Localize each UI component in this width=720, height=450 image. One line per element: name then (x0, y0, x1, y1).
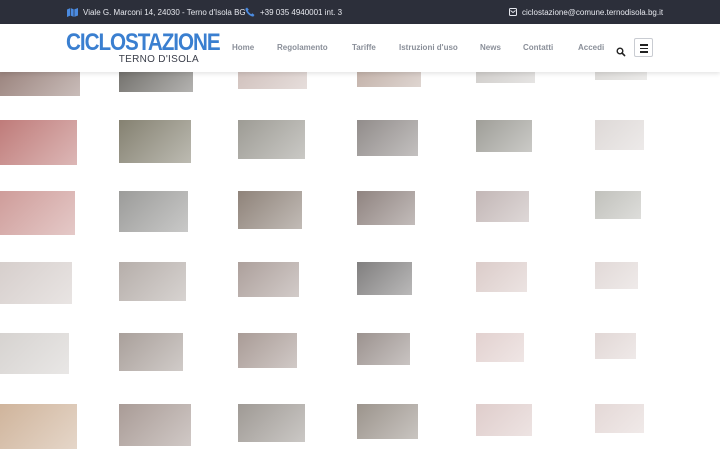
gallery-image[interactable] (357, 120, 418, 156)
nav-tariffe[interactable]: Tariffe (352, 24, 376, 72)
nav-home[interactable]: Home (232, 24, 254, 72)
logo-title: CICLOSTAZIONE (66, 29, 221, 56)
menu-button[interactable] (634, 38, 653, 57)
gallery-image[interactable] (119, 333, 183, 371)
email-item[interactable]: ciclostazione@comune.ternodisola.bg.it (509, 0, 663, 24)
nav-news[interactable]: News (480, 24, 501, 72)
gallery-image[interactable] (476, 120, 532, 152)
gallery-image[interactable] (595, 72, 647, 80)
gallery-image[interactable] (119, 191, 188, 232)
gallery-image[interactable] (357, 333, 410, 365)
gallery-image[interactable] (0, 72, 80, 96)
gallery-image[interactable] (595, 333, 636, 359)
gallery-image[interactable] (476, 404, 532, 436)
site-header: CICLOSTAZIONE TERNO D'ISOLA Home Regolam… (0, 24, 720, 72)
nav-regolamento[interactable]: Regolamento (277, 24, 328, 72)
gallery-image[interactable] (357, 72, 421, 87)
gallery-image[interactable] (119, 72, 193, 92)
nav-istruzioni[interactable]: Istruzioni d'uso (399, 24, 458, 72)
phone-item[interactable]: +39 035 4940001 int. 3 (245, 0, 342, 24)
gallery-image[interactable] (357, 404, 418, 439)
gallery-image[interactable] (238, 333, 297, 368)
gallery-image[interactable] (238, 404, 305, 442)
gallery-image[interactable] (119, 262, 186, 301)
gallery-image[interactable] (0, 120, 77, 165)
address-item: Viale G. Marconi 14, 24030 - Terno d'Iso… (67, 0, 246, 24)
top-info-bar: Viale G. Marconi 14, 24030 - Terno d'Iso… (0, 0, 720, 24)
gallery-image[interactable] (238, 191, 302, 229)
gallery-image[interactable] (476, 72, 535, 83)
nav-accedi[interactable]: Accedi (578, 24, 604, 72)
map-icon (67, 7, 78, 17)
gallery-image[interactable] (357, 262, 412, 295)
gallery-image[interactable] (476, 191, 529, 222)
gallery-image[interactable] (238, 120, 305, 159)
site-logo[interactable]: CICLOSTAZIONE TERNO D'ISOLA (66, 31, 221, 67)
gallery-image[interactable] (0, 262, 72, 304)
gallery-image[interactable] (595, 120, 644, 150)
gallery-image[interactable] (595, 404, 644, 433)
gallery-image[interactable] (119, 120, 191, 163)
gallery-image[interactable] (119, 404, 191, 446)
gallery-image[interactable] (238, 262, 299, 297)
logo-subtitle: TERNO D'ISOLA (118, 54, 199, 65)
gallery-image[interactable] (476, 262, 527, 292)
gallery-image[interactable] (238, 72, 307, 89)
email-text: ciclostazione@comune.ternodisola.bg.it (522, 7, 664, 17)
gallery-image[interactable] (476, 333, 524, 362)
gallery-image[interactable] (595, 191, 641, 219)
phone-text: +39 035 4940001 int. 3 (260, 7, 343, 17)
gallery-image[interactable] (357, 191, 415, 225)
gallery-image[interactable] (0, 191, 75, 235)
search-icon[interactable] (616, 44, 626, 57)
address-text: Viale G. Marconi 14, 24030 - Terno d'Iso… (83, 7, 246, 17)
hamburger-icon (640, 44, 648, 46)
mail-icon (509, 8, 517, 16)
gallery-image[interactable] (0, 333, 69, 374)
phone-icon (245, 7, 255, 17)
nav-contatti[interactable]: Contatti (523, 24, 553, 72)
gallery-image[interactable] (595, 262, 638, 289)
gallery-image[interactable] (0, 404, 77, 449)
